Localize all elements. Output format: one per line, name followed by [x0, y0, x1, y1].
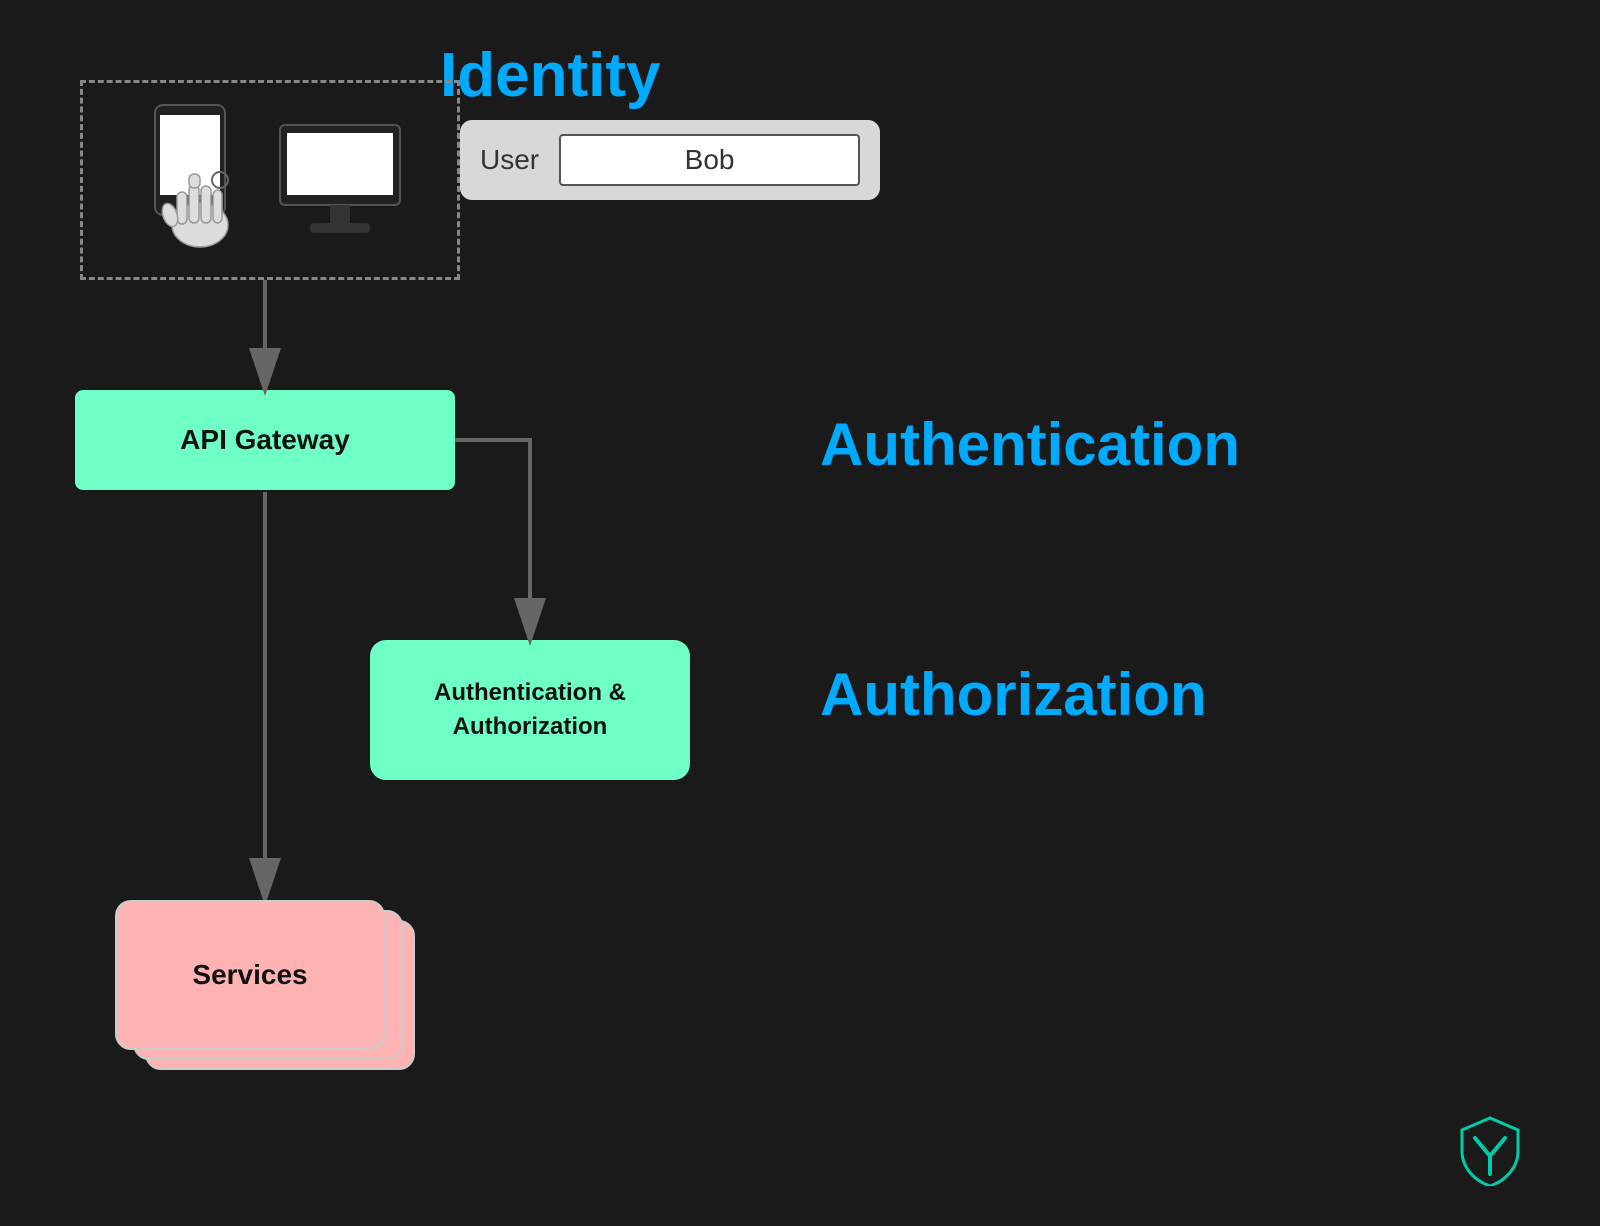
auth-box: Authentication &Authorization [370, 640, 690, 780]
user-value: Bob [559, 134, 860, 186]
client-devices-box [80, 80, 460, 280]
authorization-label: Authorization [820, 660, 1207, 729]
diagram-container: Identity [0, 0, 1600, 1226]
api-gateway-box: API Gateway [75, 390, 455, 490]
services-label: Services [192, 959, 307, 991]
user-identity-box: User Bob [460, 120, 880, 200]
services-box-front: Services [115, 900, 385, 1050]
services-stack: Services [115, 900, 405, 1070]
auth-box-label: Authentication &Authorization [434, 676, 626, 743]
phone-icon [135, 100, 255, 260]
authentication-label: Authentication [820, 410, 1240, 479]
user-label: User [480, 144, 539, 176]
logo-icon [1460, 1116, 1520, 1186]
monitor-icon [275, 115, 405, 245]
identity-title: Identity [440, 40, 660, 111]
